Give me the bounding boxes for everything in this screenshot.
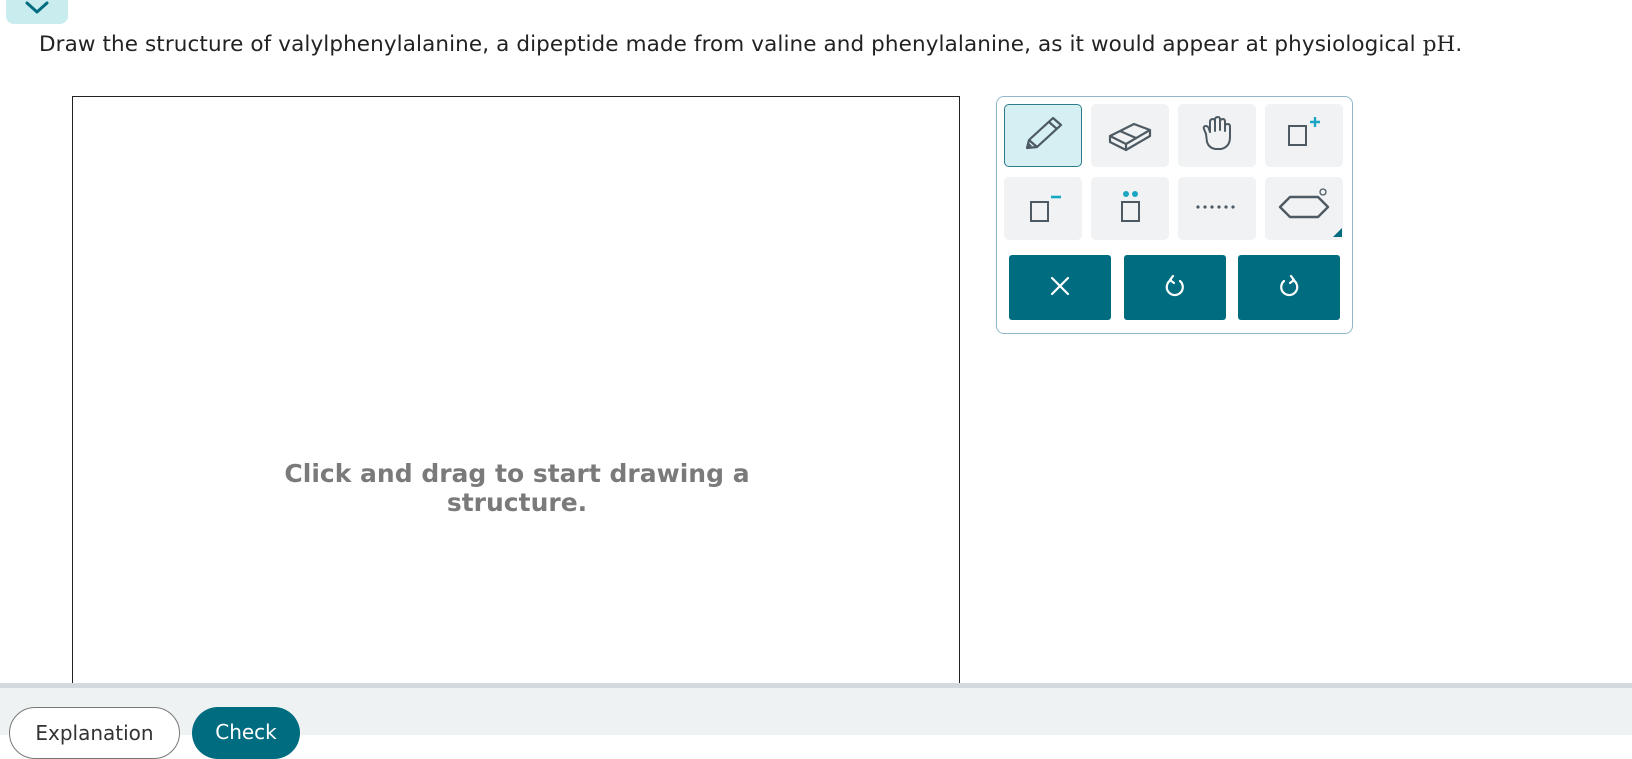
pencil-tool-button[interactable]	[1004, 104, 1082, 167]
dotted-bond-icon	[1193, 197, 1241, 221]
explanation-button[interactable]: Explanation	[9, 707, 180, 759]
close-icon	[1049, 275, 1071, 301]
collapse-toggle[interactable]	[6, 0, 68, 24]
lone-pair-icon	[1108, 185, 1152, 233]
pencil-icon	[1019, 112, 1067, 160]
eraser-icon	[1106, 114, 1154, 158]
footer-bar: Explanation Check	[0, 683, 1632, 759]
drawing-toolbar	[996, 96, 1353, 334]
chevron-down-icon	[24, 0, 50, 20]
undo-icon	[1162, 273, 1188, 303]
redo-button[interactable]	[1238, 255, 1340, 320]
move-tool-button[interactable]	[1178, 104, 1256, 167]
clear-button[interactable]	[1009, 255, 1111, 320]
dotted-bond-tool-button[interactable]	[1178, 177, 1256, 240]
undo-button[interactable]	[1124, 255, 1226, 320]
drawing-canvas[interactable]: Click and drag to start drawing a struct…	[72, 96, 960, 696]
question-prompt: Draw the structure of valylphenylalanine…	[39, 32, 1462, 57]
negative-charge-tool-button[interactable]	[1004, 177, 1082, 240]
lone-pair-tool-button[interactable]	[1091, 177, 1169, 240]
ring-template-tool-button[interactable]	[1265, 177, 1343, 240]
placeholder-line-1: Click and drag to start drawing a	[284, 459, 750, 488]
negative-charge-icon	[1019, 185, 1067, 233]
positive-charge-icon	[1280, 112, 1328, 160]
ring-template-icon	[1266, 177, 1342, 241]
hand-icon	[1195, 112, 1239, 160]
placeholder-line-2: structure.	[446, 488, 588, 517]
question-end: .	[1455, 32, 1463, 57]
canvas-placeholder: Click and drag to start drawing a struct…	[73, 459, 961, 517]
question-math-ph: pH	[1422, 32, 1456, 57]
question-text: Draw the structure of valylphenylalanine…	[39, 32, 1423, 57]
positive-charge-tool-button[interactable]	[1265, 104, 1343, 167]
eraser-tool-button[interactable]	[1091, 104, 1169, 167]
redo-icon	[1276, 273, 1302, 303]
check-button[interactable]: Check	[192, 707, 300, 759]
